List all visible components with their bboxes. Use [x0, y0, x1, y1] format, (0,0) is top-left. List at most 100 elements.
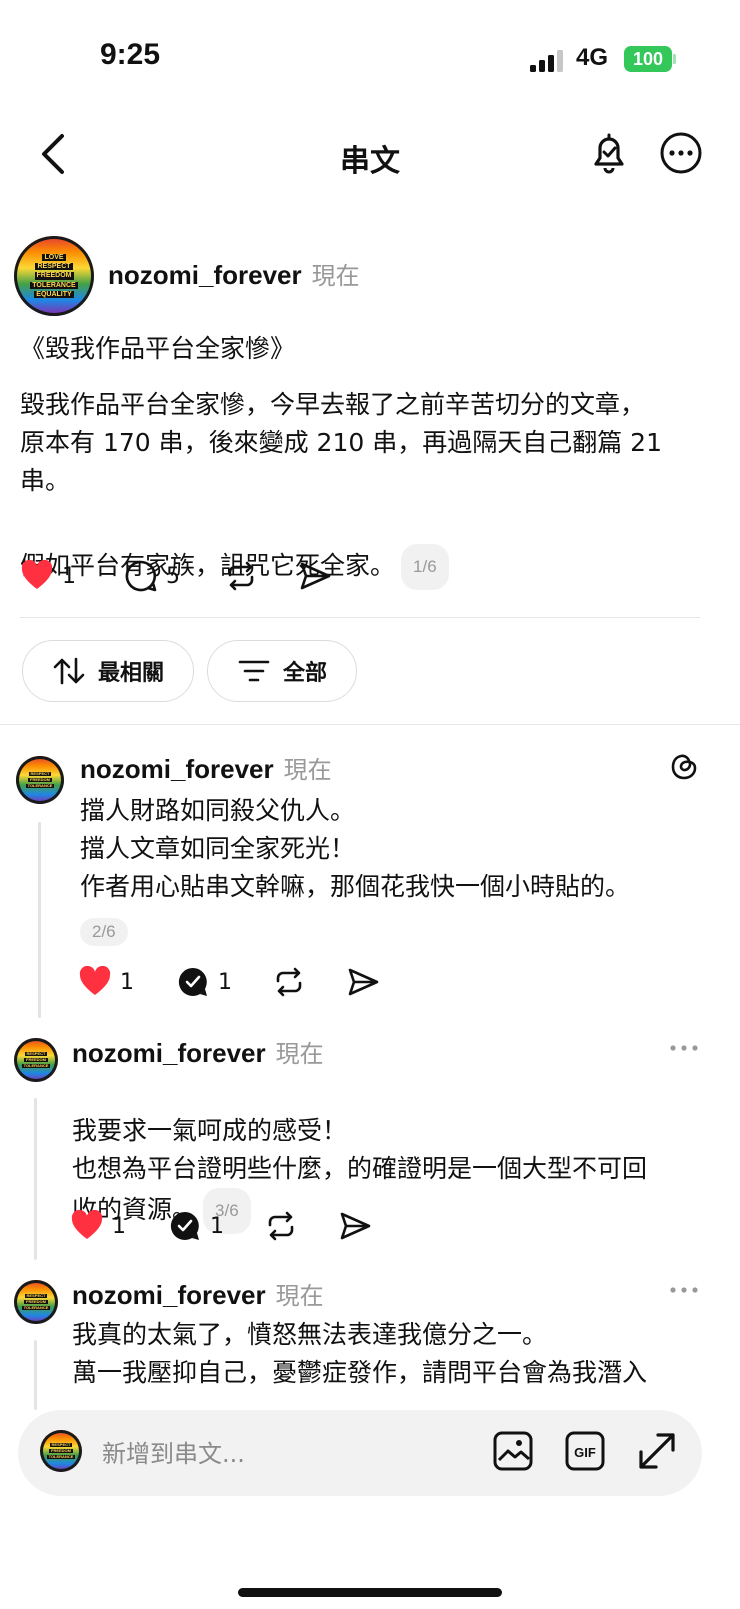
repost-button[interactable] — [224, 559, 258, 593]
gif-icon[interactable]: GIF — [564, 1430, 606, 1472]
avatar-text: RESPECT — [28, 770, 52, 776]
timestamp: 現在 — [275, 1282, 324, 1310]
post-title: 《毀我作品平台全家慘》 — [20, 334, 296, 363]
like-button[interactable]: 1 — [78, 965, 134, 999]
share-button[interactable] — [338, 1209, 372, 1243]
like-button[interactable]: 1 — [20, 559, 76, 593]
avatar-text: TOLERANCE — [25, 783, 55, 789]
battery-icon: 100 — [624, 46, 672, 72]
post-body: 毀我作品平台全家慘，今早去報了之前辛苦切分的文章， 原本有 170 串，後來變成… — [20, 390, 662, 495]
post-header: nozomi_forever 現在 — [108, 256, 360, 291]
divider — [20, 617, 700, 618]
avatar-text: TOLERANCE — [46, 1454, 76, 1460]
thread-page-badge: 1/6 — [401, 544, 449, 590]
share-button[interactable] — [298, 559, 332, 593]
filter-label: 全部 — [282, 661, 327, 686]
image-icon[interactable] — [492, 1430, 534, 1472]
reply-header: nozomi_forever 現在 — [72, 1276, 324, 1311]
avatar-text: LOVE — [42, 253, 66, 261]
sort-label: 最相關 — [97, 661, 164, 686]
timestamp: 現在 — [275, 1040, 324, 1068]
reply-actions: 1 1 — [70, 1206, 372, 1246]
comment-count: 1 — [210, 1213, 224, 1239]
avatar-text: RESPECT — [35, 262, 73, 271]
share-button[interactable] — [346, 965, 380, 999]
home-indicator — [238, 1588, 502, 1597]
comment-count: 1 — [218, 969, 232, 995]
like-count: 1 — [62, 563, 76, 589]
repost-icon — [268, 1211, 294, 1241]
bell-check-icon[interactable] — [586, 130, 632, 176]
send-icon — [340, 1212, 371, 1240]
avatar-text: TOLERANCE — [30, 281, 78, 290]
cellular-signal-icon — [530, 50, 563, 72]
timestamp: 現在 — [283, 756, 332, 784]
repost-icon — [228, 561, 254, 591]
more-dots-icon[interactable] — [668, 1040, 700, 1056]
comment-filled-check-icon — [170, 1211, 199, 1240]
username[interactable]: nozomi_forever — [72, 1280, 266, 1310]
reply-text: 擋人財路如同殺父仇人。 擋人文章如同全家死光！ 作者用心貼串文幹嘛，那個花我快一… — [80, 796, 631, 901]
expand-icon[interactable] — [636, 1430, 678, 1472]
like-button[interactable]: 1 — [70, 1209, 126, 1243]
reply-header: nozomi_forever 現在 — [80, 750, 332, 785]
username[interactable]: nozomi_forever — [108, 260, 302, 290]
section-divider — [0, 724, 740, 725]
more-options-icon[interactable] — [658, 130, 704, 176]
comment-filled-check-icon — [178, 967, 207, 996]
repost-icon — [276, 967, 302, 997]
comment-count: 5 — [166, 563, 180, 589]
avatar[interactable]: RESPECT FREEDOM TOLERANCE — [16, 756, 64, 804]
send-icon — [300, 562, 331, 590]
avatar-text: RESPECT — [24, 1050, 48, 1056]
reply-text: 我真的太氣了，憤怒無法表達我億分之一。 萬一我壓抑自己，憂鬱症發作，請問平台會為… — [72, 1320, 648, 1387]
avatar-text: FREEDOM — [49, 1447, 73, 1454]
username[interactable]: nozomi_forever — [80, 754, 274, 784]
heart-filled-icon — [21, 559, 53, 589]
send-icon — [348, 968, 379, 996]
avatar[interactable]: RESPECT FREEDOM TOLERANCE — [14, 1038, 58, 1082]
avatar-text: FREEDOM — [34, 272, 74, 280]
svg-text:GIF: GIF — [574, 1445, 596, 1460]
avatar-text: FREEDOM — [28, 776, 52, 783]
status-time: 9:25 — [100, 38, 161, 71]
reply-header: nozomi_forever 現在 — [72, 1034, 324, 1069]
thread-page-badge: 2/6 — [80, 918, 128, 946]
avatar[interactable]: LOVE RESPECT FREEDOM TOLERANCE EQUALITY — [14, 236, 94, 316]
heart-filled-icon — [79, 965, 111, 995]
like-count: 1 — [120, 969, 134, 995]
avatar-text: RESPECT — [49, 1441, 73, 1447]
comment-button[interactable]: 1 — [168, 1209, 224, 1243]
more-dots-icon[interactable] — [668, 1282, 700, 1298]
thread-line — [34, 1340, 37, 1410]
timestamp: 現在 — [311, 262, 360, 290]
reply-input-placeholder[interactable]: 新增到串文... — [102, 1434, 245, 1469]
comment-button[interactable]: 5 — [124, 559, 180, 593]
avatar-text: EQUALITY — [34, 291, 74, 299]
post-actions: 1 5 — [20, 556, 332, 596]
username[interactable]: nozomi_forever — [72, 1038, 266, 1068]
avatar-text: RESPECT — [24, 1292, 48, 1298]
avatar-text: TOLERANCE — [21, 1305, 51, 1311]
avatar-text: FREEDOM — [24, 1056, 48, 1063]
sort-button[interactable]: 最相關 — [22, 640, 194, 702]
heart-filled-icon — [71, 1209, 103, 1239]
comment-button[interactable]: 1 — [176, 965, 232, 999]
repost-button[interactable] — [272, 965, 306, 999]
network-type: 4G — [576, 44, 609, 71]
avatar-text: TOLERANCE — [21, 1063, 51, 1069]
filter-button[interactable]: 全部 — [207, 640, 357, 702]
avatar[interactable]: RESPECT FREEDOM TOLERANCE — [14, 1280, 58, 1324]
avatar-text: FREEDOM — [24, 1298, 48, 1305]
filter-lines-icon — [238, 660, 270, 682]
reply-actions: 1 1 — [78, 962, 380, 1002]
thread-line — [34, 1098, 37, 1260]
like-count: 1 — [112, 1213, 126, 1239]
sort-arrows-icon — [53, 657, 85, 685]
thread-line — [38, 822, 41, 1018]
avatar: RESPECT FREEDOM TOLERANCE — [40, 1430, 82, 1472]
comment-icon — [125, 560, 157, 592]
reply-badge-row: 2/6 — [74, 918, 128, 946]
threads-logo-icon[interactable] — [668, 750, 700, 782]
repost-button[interactable] — [264, 1209, 298, 1243]
